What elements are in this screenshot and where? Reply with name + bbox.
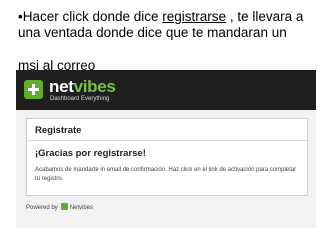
footer-label: Powered by <box>26 205 58 211</box>
caption-text: •Hacer click donde dice registrarse , te… <box>18 9 314 41</box>
panel-title: Registrate <box>35 125 82 136</box>
thanks-heading: ¡Gracias por registrarse! <box>35 148 146 159</box>
netvibes-mini-icon <box>60 203 68 211</box>
header-bar: netvibes Dashboard Everything <box>16 70 316 110</box>
registration-panel: Registrate ¡Gracias por registrarse! Aca… <box>26 118 308 196</box>
brand-logo[interactable]: netvibes <box>49 78 116 96</box>
caption-link: registrarse <box>162 9 227 24</box>
footer-brand[interactable]: Netvibes <box>70 205 93 211</box>
confirmation-message: Acabamos de mandarte in email de confirm… <box>35 167 297 182</box>
netvibes-screenshot: netvibes Dashboard Everything Registrate… <box>16 70 316 228</box>
powered-by-footer: Powered by Netvibes <box>26 202 93 214</box>
brand-vibes: vibes <box>73 77 116 96</box>
caption-prefix: •Hacer click donde dice <box>18 9 163 24</box>
panel-divider <box>27 140 307 141</box>
plus-logo-icon <box>24 80 43 99</box>
brand-tagline: Dashboard Everything <box>50 96 110 102</box>
brand-net: net <box>49 77 74 96</box>
